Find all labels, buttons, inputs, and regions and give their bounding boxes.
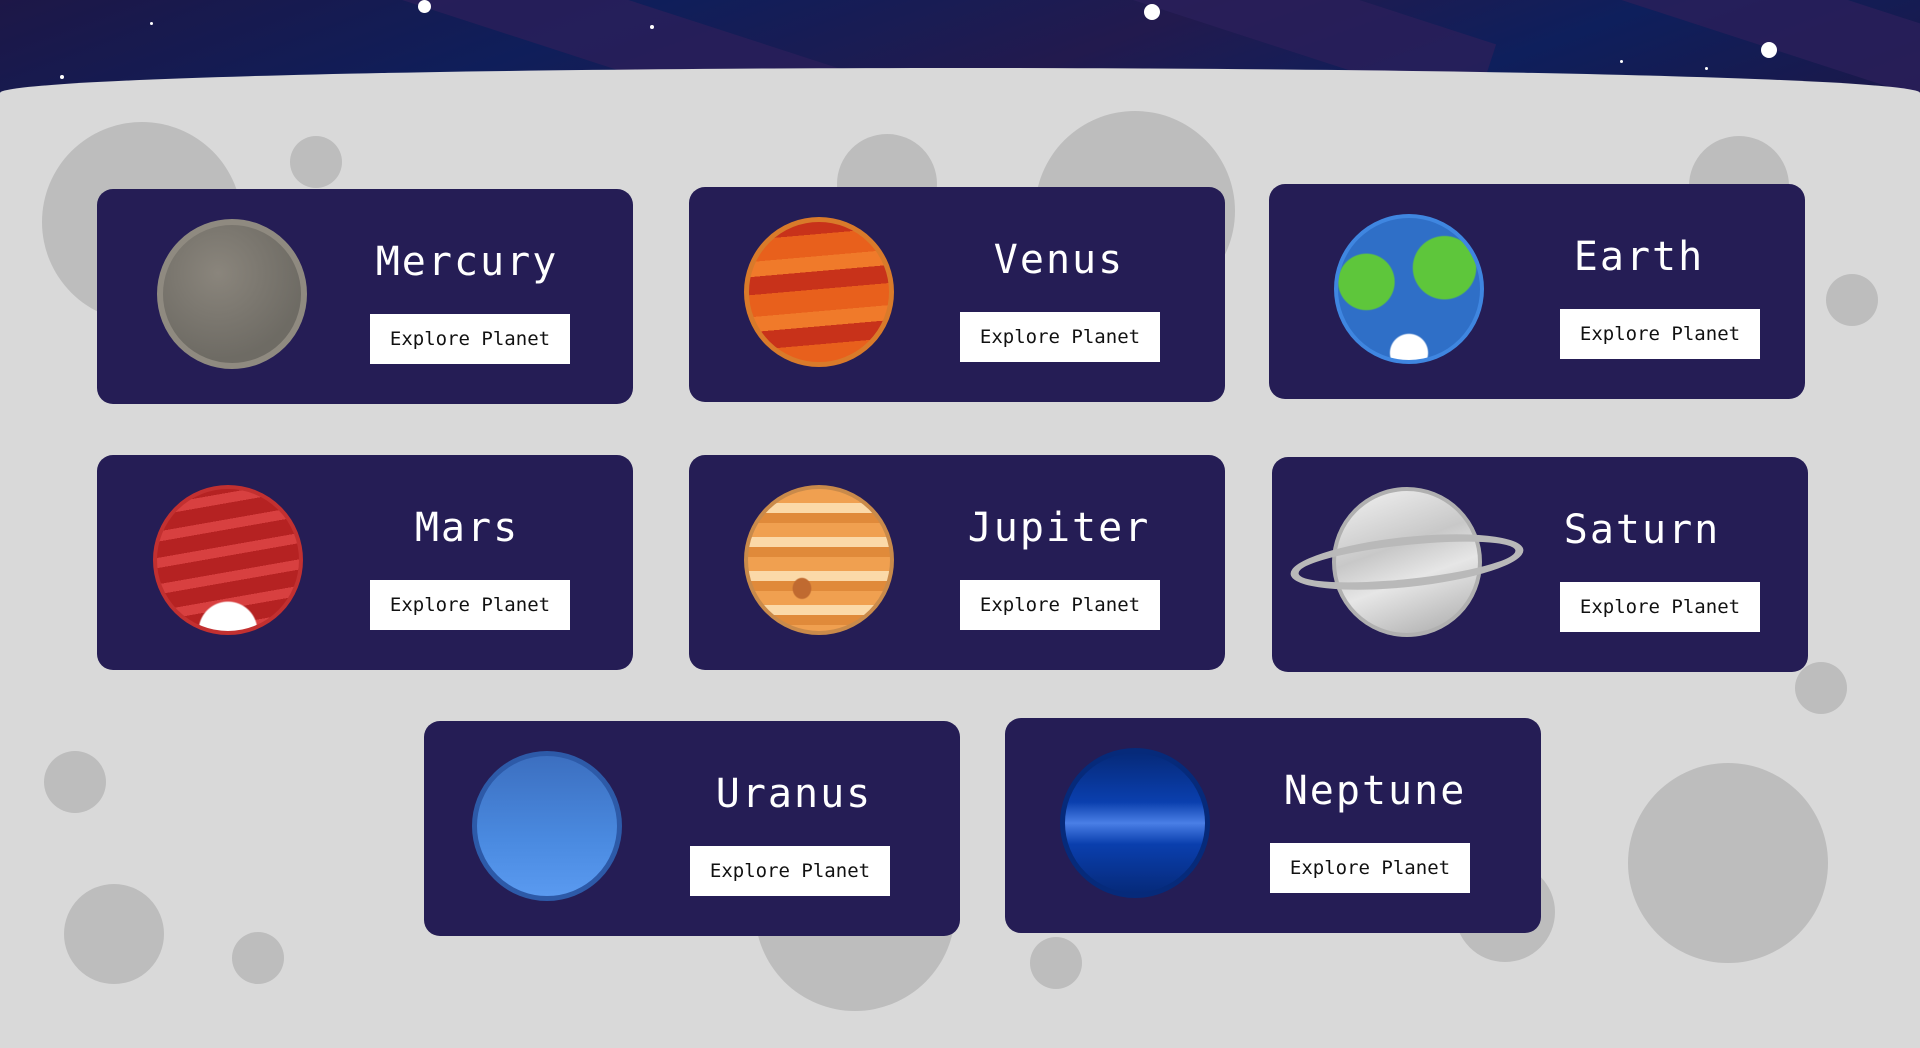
planet-card-jupiter: Jupiter Explore Planet — [689, 455, 1225, 670]
planet-card-venus: Venus Explore Planet — [689, 187, 1225, 402]
star — [150, 22, 153, 25]
explore-planet-button[interactable]: Explore Planet — [370, 580, 570, 630]
star — [60, 75, 64, 79]
star — [650, 25, 654, 29]
explore-planet-button[interactable]: Explore Planet — [690, 846, 890, 896]
star — [1144, 4, 1160, 20]
planet-card-uranus: Uranus Explore Planet — [424, 721, 960, 936]
crater — [1628, 763, 1828, 963]
uranus-icon — [472, 751, 622, 901]
planet-name: Saturn — [1563, 507, 1721, 553]
planet-name: Venus — [993, 237, 1125, 283]
venus-icon — [744, 217, 894, 367]
crater — [64, 884, 164, 984]
neptune-icon — [1060, 748, 1210, 898]
crater — [232, 932, 284, 984]
crater — [290, 136, 342, 188]
planet-card-saturn: Saturn Explore Planet — [1272, 457, 1808, 672]
star — [1761, 42, 1777, 58]
star — [1620, 60, 1623, 63]
mercury-icon — [157, 219, 307, 369]
planet-card-mercury: Mercury Explore Planet — [97, 189, 633, 404]
explore-planet-button[interactable]: Explore Planet — [370, 314, 570, 364]
planet-name: Neptune — [1283, 768, 1467, 814]
explore-planet-button[interactable]: Explore Planet — [1270, 843, 1470, 893]
crater — [1826, 274, 1878, 326]
planet-name: Earth — [1573, 234, 1705, 280]
explore-planet-button[interactable]: Explore Planet — [1560, 582, 1760, 632]
explore-planet-button[interactable]: Explore Planet — [960, 312, 1160, 362]
crater — [44, 751, 106, 813]
crater — [1030, 937, 1082, 989]
crater — [1795, 662, 1847, 714]
earth-icon — [1334, 214, 1484, 364]
star — [1705, 67, 1708, 70]
planet-name: Mars — [414, 505, 520, 551]
star — [418, 0, 431, 13]
planet-card-neptune: Neptune Explore Planet — [1005, 718, 1541, 933]
saturn-icon — [1288, 487, 1526, 637]
mars-icon — [153, 485, 303, 635]
explore-planet-button[interactable]: Explore Planet — [960, 580, 1160, 630]
planet-name: Uranus — [715, 771, 873, 817]
planet-card-earth: Earth Explore Planet — [1269, 184, 1805, 399]
planet-name: Jupiter — [967, 505, 1151, 551]
planet-name: Mercury — [375, 239, 559, 285]
explore-planet-button[interactable]: Explore Planet — [1560, 309, 1760, 359]
jupiter-icon — [744, 485, 894, 635]
planet-card-mars: Mars Explore Planet — [97, 455, 633, 670]
